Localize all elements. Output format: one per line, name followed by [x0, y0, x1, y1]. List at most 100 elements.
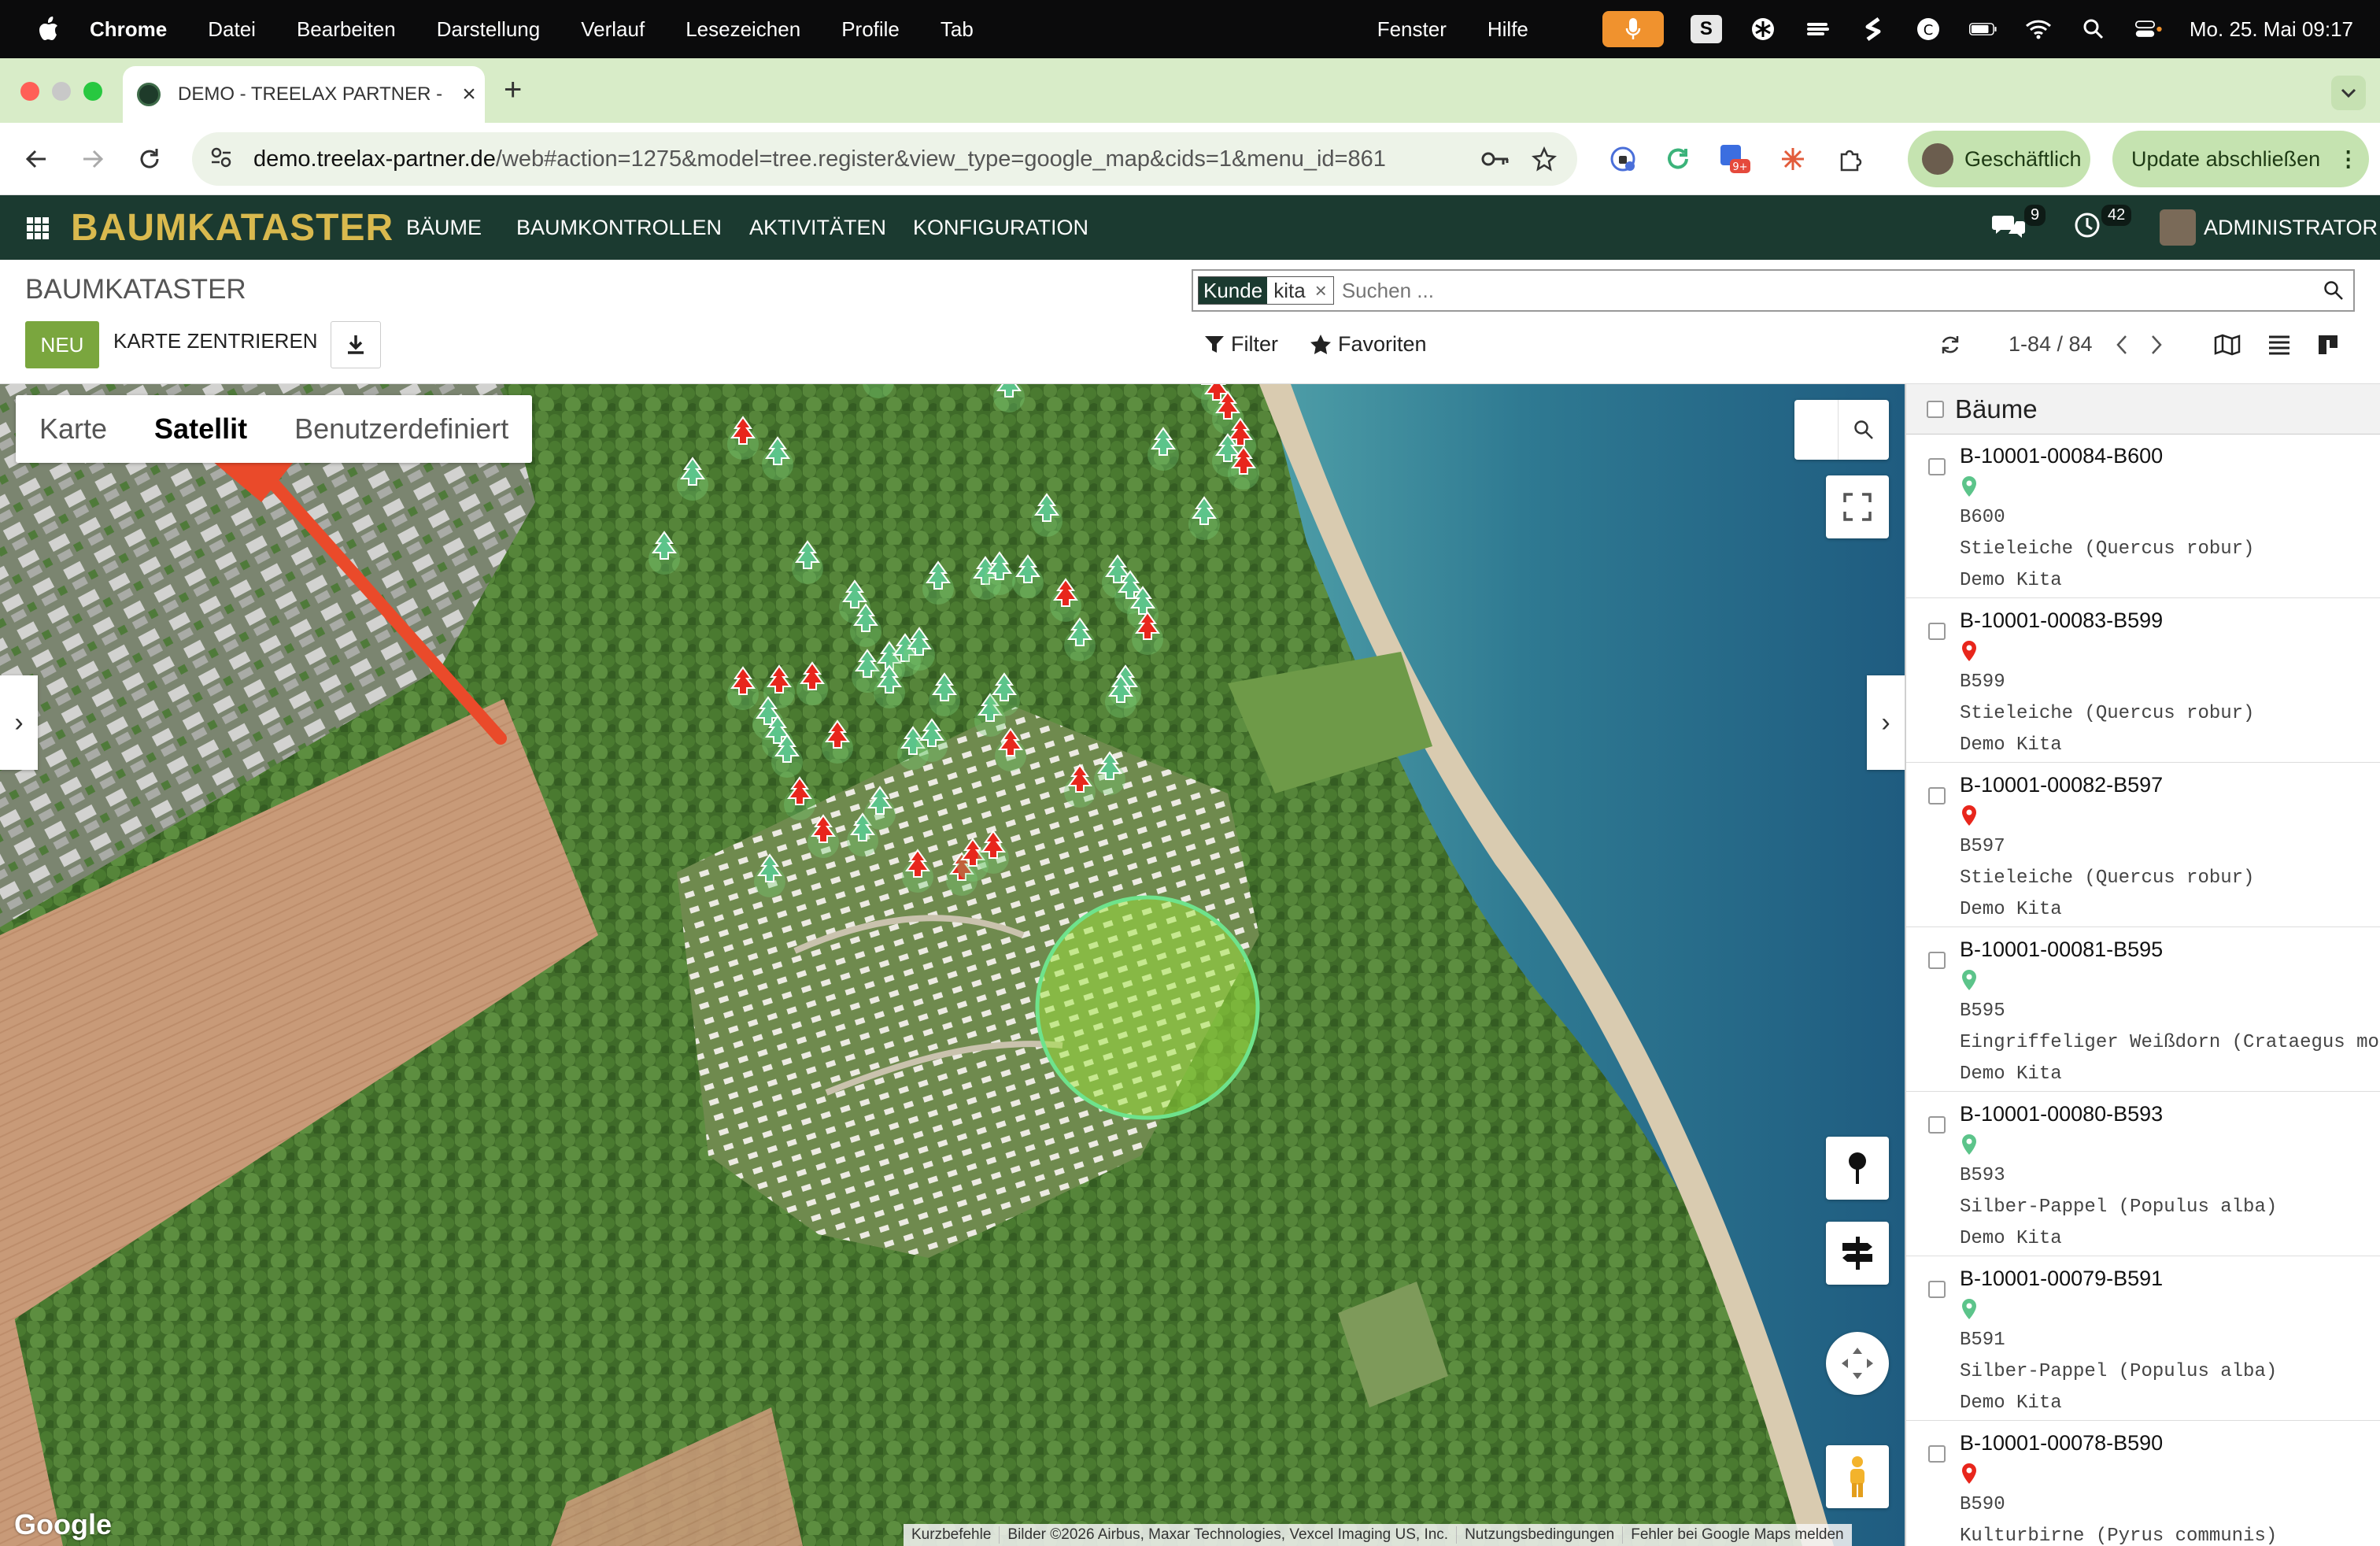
extension-refresh-icon[interactable]: [1662, 143, 1694, 175]
left-panel-toggle[interactable]: ›: [0, 675, 38, 770]
reload-icon[interactable]: [131, 140, 168, 178]
record-id[interactable]: B-10001-00081-B595: [1960, 938, 2163, 962]
menu-verlauf[interactable]: Verlauf: [581, 17, 645, 42]
update-button[interactable]: Update abschließen ⋮: [2112, 131, 2369, 187]
menu-bearbeiten[interactable]: Bearbeiten: [297, 17, 396, 42]
favorites-button[interactable]: Favoriten: [1310, 332, 1427, 357]
spotlight-search-icon[interactable]: [2079, 15, 2108, 43]
control-center-icon[interactable]: [2134, 15, 2163, 43]
app-grid-icon[interactable]: [27, 217, 49, 239]
new-tab-icon[interactable]: +: [504, 72, 522, 108]
url-text[interactable]: demo.treelax-partner.de/web#action=1275&…: [253, 146, 1386, 172]
extension-calendar-icon[interactable]: 9+: [1719, 143, 1750, 175]
window-minimize-button[interactable]: [52, 82, 71, 101]
download-button[interactable]: [331, 321, 381, 368]
menu-fenster[interactable]: Fenster: [1377, 17, 1447, 42]
tree-record[interactable]: B-10001-00083-B599 B599 Stieleiche (Quercu…: [1906, 599, 2380, 763]
list-view-icon[interactable]: [2264, 329, 2295, 361]
record-checkbox[interactable]: [1928, 1281, 1946, 1298]
extension-sparkle-icon[interactable]: [1777, 143, 1809, 175]
new-button[interactable]: NEU: [25, 321, 99, 368]
tab-close-icon[interactable]: ×: [453, 81, 485, 108]
stack-icon[interactable]: [1804, 15, 1832, 43]
record-id[interactable]: B-10001-00082-B597: [1960, 773, 2163, 797]
menu-aktivitaeten[interactable]: AKTIVITÄTEN: [749, 216, 886, 240]
tree-record[interactable]: B-10001-00078-B590 B590 Kulturbirne (Pyrus…: [1906, 1422, 2380, 1546]
more-menu-icon[interactable]: ⋮: [2338, 147, 2359, 172]
sync-icon[interactable]: [1859, 15, 1887, 43]
attribution-terms[interactable]: Nutzungsbedingungen: [1456, 1526, 1622, 1544]
menu-baumkontrollen[interactable]: BAUMKONTROLLEN: [516, 216, 722, 240]
center-map-button[interactable]: KARTE ZENTRIEREN: [113, 329, 318, 353]
creative-cloud-icon[interactable]: C: [1914, 15, 1942, 43]
back-arrow-icon[interactable]: [17, 140, 55, 178]
record-id[interactable]: B-10001-00083-B599: [1960, 608, 2163, 633]
place-marker-button[interactable]: [1826, 1137, 1889, 1200]
app-brand[interactable]: BAUMKATASTER: [71, 206, 394, 250]
select-all-checkbox[interactable]: [1927, 400, 1944, 418]
fullscreen-button[interactable]: [1826, 475, 1889, 538]
tree-record[interactable]: B-10001-00082-B597 B597 Stieleiche (Quercu…: [1906, 764, 2380, 927]
search-icon[interactable]: [2314, 280, 2353, 301]
activities-button[interactable]: 42: [2073, 205, 2132, 239]
record-checkbox[interactable]: [1928, 787, 1946, 804]
window-close-button[interactable]: [20, 82, 39, 101]
s-app-icon[interactable]: S: [1690, 15, 1722, 43]
browser-tab-active[interactable]: DEMO - TREELAX PARTNER - ×: [123, 66, 485, 123]
satellite-map[interactable]: [0, 384, 1905, 1546]
forward-arrow-icon[interactable]: [74, 140, 112, 178]
microphone-icon[interactable]: [1602, 11, 1664, 47]
map-type-satellit[interactable]: Satellit: [131, 395, 271, 463]
record-id[interactable]: B-10001-00080-B593: [1960, 1102, 2163, 1126]
tree-record[interactable]: B-10001-00081-B595 B595 Eingriffeliger Wei…: [1906, 928, 2380, 1092]
menu-konfiguration[interactable]: KONFIGURATION: [913, 216, 1088, 240]
record-checkbox[interactable]: [1928, 1445, 1946, 1463]
menu-baeume[interactable]: BÄUME: [406, 216, 482, 240]
search-input[interactable]: [1341, 278, 2314, 303]
extension-shield-icon[interactable]: [1607, 143, 1639, 175]
pan-control[interactable]: [1826, 1332, 1889, 1395]
google-logo[interactable]: Google: [14, 1508, 112, 1541]
facet-remove-icon[interactable]: ×: [1315, 279, 1327, 303]
pager-prev-icon[interactable]: [2106, 329, 2138, 361]
record-checkbox[interactable]: [1928, 623, 1946, 640]
kanban-view-icon[interactable]: [2312, 329, 2344, 361]
attribution-report[interactable]: Fehler bei Google Maps melden: [1622, 1526, 1851, 1544]
tab-search-chevron-icon[interactable]: [2331, 76, 2366, 110]
directions-button[interactable]: [1826, 1222, 1889, 1285]
menu-hilfe[interactable]: Hilfe: [1488, 17, 1528, 42]
street-view-pegman[interactable]: [1826, 1445, 1889, 1508]
refresh-icon[interactable]: [1935, 329, 1966, 361]
record-id[interactable]: B-10001-00079-B591: [1960, 1267, 2163, 1291]
search-facet[interactable]: Kunde kita ×: [1198, 276, 1334, 305]
site-settings-icon[interactable]: [209, 146, 241, 173]
apple-logo-icon[interactable]: [36, 15, 60, 43]
profile-button[interactable]: Geschäftlich: [1908, 131, 2090, 187]
wifi-icon[interactable]: [2024, 15, 2053, 43]
attribution-shortcuts[interactable]: Kurzbefehle: [904, 1526, 999, 1544]
menubar-clock[interactable]: Mo. 25. Mai 09:17: [2190, 17, 2353, 42]
menu-lesezeichen[interactable]: Lesezeichen: [686, 17, 800, 42]
menu-profile[interactable]: Profile: [841, 17, 900, 42]
map-view-icon[interactable]: [2212, 329, 2243, 361]
window-maximize-button[interactable]: [83, 82, 102, 101]
tree-record[interactable]: B-10001-00079-B591 B591 Silber-Pappel (Pop…: [1906, 1257, 2380, 1421]
menu-darstellung[interactable]: Darstellung: [437, 17, 541, 42]
address-bar[interactable]: demo.treelax-partner.de/web#action=1275&…: [192, 132, 1577, 186]
pager-next-icon[interactable]: [2141, 329, 2172, 361]
asterisk-icon[interactable]: [1749, 15, 1777, 43]
messages-button[interactable]: 9: [1991, 205, 2046, 242]
tree-record[interactable]: B-10001-00084-B600 B600 Stieleiche (Quercu…: [1906, 435, 2380, 598]
user-menu[interactable]: ADMINISTRATOR: [2160, 209, 2378, 246]
pager-value[interactable]: 1-84 / 84: [2009, 332, 2093, 357]
map-search-control[interactable]: [1794, 400, 1889, 460]
tree-record[interactable]: B-10001-00080-B593 B593 Silber-Pappel (Pop…: [1906, 1093, 2380, 1256]
extensions-puzzle-icon[interactable]: [1834, 143, 1865, 175]
search-bar[interactable]: Kunde kita ×: [1192, 269, 2355, 312]
record-checkbox[interactable]: [1928, 1116, 1946, 1134]
password-key-icon[interactable]: [1480, 143, 1511, 175]
bookmark-star-icon[interactable]: [1528, 143, 1560, 175]
menu-tab[interactable]: Tab: [941, 17, 974, 42]
record-id[interactable]: B-10001-00078-B590: [1960, 1431, 2163, 1455]
map-search-input[interactable]: [1794, 400, 1839, 460]
